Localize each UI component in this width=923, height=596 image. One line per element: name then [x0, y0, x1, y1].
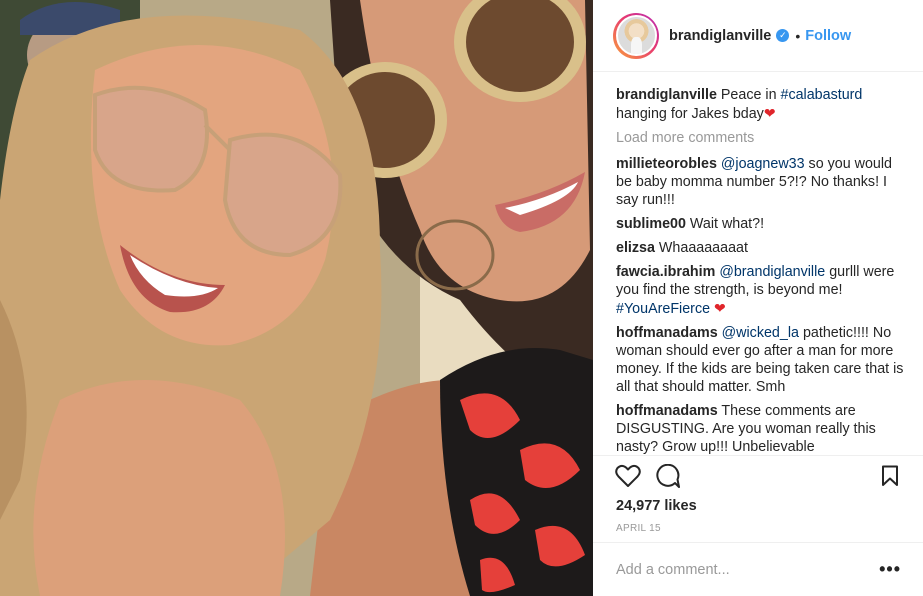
avatar[interactable] — [615, 15, 657, 56]
heart-outline-icon[interactable] — [615, 464, 641, 493]
caption: brandiglanville Peace in #calabasturd ha… — [616, 86, 906, 123]
comment-hashtag[interactable]: #YouAreFierce — [616, 301, 710, 317]
comment-item: fawcia.ibrahim @brandiglanville gurlll w… — [616, 263, 906, 318]
post-date[interactable]: APRIL 15 — [616, 523, 661, 534]
comment-mention[interactable]: @wicked_la — [722, 325, 799, 341]
verified-badge-icon: ✓ — [776, 29, 790, 42]
comment-username[interactable]: hoffmanadams — [616, 325, 718, 341]
comment-text: Wait what?! — [685, 216, 765, 232]
heart-emoji-icon: ❤ — [714, 300, 726, 316]
caption-text-before: Peace in — [716, 87, 781, 103]
comment-username[interactable]: sublime00 — [616, 216, 686, 232]
caption-username[interactable]: brandiglanville — [616, 87, 717, 103]
heart-emoji-icon: ❤ — [763, 105, 776, 121]
comment-username[interactable]: millieteorobles — [616, 156, 717, 172]
caption-hashtag[interactable]: #calabasturd — [781, 87, 863, 103]
comment-item: millieteorobles @joagnew33 so you would … — [616, 155, 906, 209]
load-more-comments-button[interactable]: Load more comments — [616, 129, 906, 147]
separator-dot: • — [795, 27, 801, 44]
selfie-illustration — [0, 0, 593, 596]
story-ring[interactable] — [613, 12, 659, 59]
more-options-icon[interactable]: ••• — [879, 559, 901, 580]
comment-username[interactable]: fawcia.ibrahim — [616, 264, 715, 280]
post-actions: 24,977 likes APRIL 15 — [593, 455, 923, 542]
caption-text-after: hanging for Jakes bday — [616, 106, 764, 122]
add-comment-input[interactable] — [616, 561, 866, 578]
comment-username[interactable]: hoffmanadams — [616, 403, 718, 419]
comment-bubble-icon[interactable] — [655, 463, 681, 494]
post-header: brandiglanville ✓ • Follow — [593, 0, 923, 72]
post-photo[interactable] — [0, 0, 593, 596]
add-comment-bar: ••• — [593, 542, 923, 596]
likes-count[interactable]: 24,977 likes — [616, 498, 697, 514]
post-side-panel: brandiglanville ✓ • Follow brandiglanvil… — [593, 0, 923, 596]
comment-mention[interactable]: @joagnew33 — [721, 156, 805, 172]
comment-item: elizsa Whaaaaaaaat — [616, 239, 906, 257]
comments-list[interactable]: brandiglanville Peace in #calabasturd ha… — [616, 86, 906, 454]
comment-item: hoffmanadams These comments are DISGUSTI… — [616, 402, 906, 454]
bookmark-icon[interactable] — [881, 465, 899, 492]
comment-mention[interactable]: @brandiglanville — [719, 264, 825, 280]
comment-username[interactable]: elizsa — [616, 240, 655, 256]
comment-text: Whaaaaaaaat — [654, 240, 748, 256]
comment-item: hoffmanadams @wicked_la pathetic!!!! No … — [616, 324, 906, 396]
follow-button[interactable]: Follow — [805, 28, 851, 44]
comment-item: sublime00 Wait what?! — [616, 215, 906, 233]
header-username[interactable]: brandiglanville — [669, 28, 771, 44]
